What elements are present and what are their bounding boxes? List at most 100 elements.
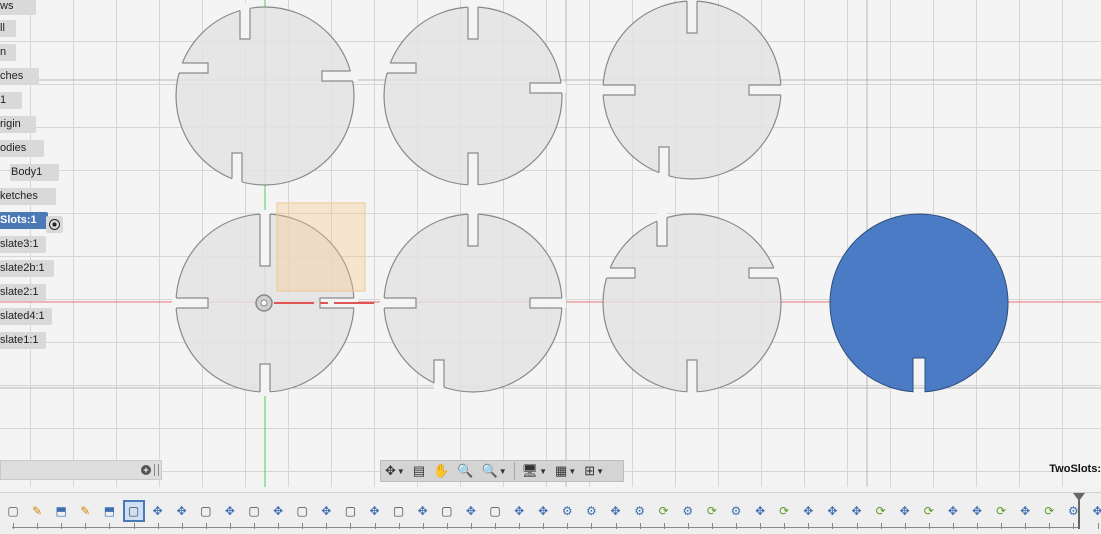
timeline-tick <box>399 523 400 529</box>
tree-node[interactable]: slated4:1 <box>0 308 52 325</box>
timeline-fillet-icon[interactable]: ⟳ <box>655 502 673 520</box>
timeline-move-icon[interactable]: ✥ <box>149 502 167 520</box>
timeline-tick <box>471 523 472 529</box>
zoom-window-icon: 🔍 <box>482 463 498 479</box>
tree-node[interactable]: slate1:1 <box>0 332 46 349</box>
timeline-fillet-icon[interactable]: ⟳ <box>992 502 1010 520</box>
timeline-move-icon[interactable]: ✥ <box>823 502 841 520</box>
selection-box <box>277 203 365 291</box>
timeline-joint-icon[interactable]: ⚙ <box>631 502 649 520</box>
tree-node[interactable]: slate2b:1 <box>0 260 54 277</box>
timeline-move-icon[interactable]: ✥ <box>1089 502 1101 520</box>
tree-node[interactable]: n <box>0 44 16 61</box>
timeline-sketch-icon[interactable]: ▢ <box>4 502 22 520</box>
timeline-move-icon[interactable]: ✥ <box>269 502 287 520</box>
tree-node[interactable]: rigin <box>0 116 36 133</box>
timeline: ▢ ✎ ⬒ ✎ ⬒ ▢ ✥ ✥ ▢ ✥ ▢ ✥ ▢ ✥ ▢ ✥ ▢ ✥ ▢ ✥ ▢ ✥ ✥ ⚙ ⚙ ✥ ⚙ ⟳ ⚙ ⟳ ⚙ ✥ ⟳ ✥ ✥ ✥ ⟳ ✥ ⟳ ✥… <box>0 492 1101 534</box>
tree-node[interactable]: ll <box>0 20 16 37</box>
timeline-move-icon[interactable]: ✥ <box>896 502 914 520</box>
timeline-body-icon[interactable]: ▢ <box>486 502 504 520</box>
timeline-move-icon[interactable]: ✥ <box>848 502 866 520</box>
timeline-fillet-icon[interactable]: ⟳ <box>920 502 938 520</box>
zoom-window-button[interactable]: 🔍▼ <box>478 461 511 481</box>
model-scene[interactable] <box>0 0 1101 487</box>
tree-node[interactable]: slate2:1 <box>0 284 46 301</box>
look-at-button[interactable]: ▤ <box>409 461 429 481</box>
timeline-body-icon[interactable]: ▢ <box>341 502 359 520</box>
timeline-move-icon[interactable]: ✥ <box>968 502 986 520</box>
tree-node[interactable]: Body1 <box>10 164 59 181</box>
orbit-button[interactable]: ✥▼ <box>381 461 409 481</box>
timeline-joint-icon[interactable]: ⚙ <box>1064 502 1082 520</box>
timeline-fillet-icon[interactable]: ⟳ <box>703 502 721 520</box>
nav-separator <box>514 462 515 480</box>
timeline-extrude-icon[interactable]: ⬒ <box>52 502 70 520</box>
comments-bar[interactable]: + <box>0 460 162 480</box>
chevron-down-icon[interactable]: ▼ <box>499 467 507 476</box>
timeline-body-icon[interactable]: ▢ <box>390 502 408 520</box>
timeline-tick <box>832 523 833 529</box>
tree-node[interactable]: slate3:1 <box>0 236 46 253</box>
timeline-move-icon[interactable]: ✥ <box>414 502 432 520</box>
document-name: TwoSlots: <box>1049 463 1101 475</box>
slot-notch <box>232 153 242 189</box>
sketch-profile <box>176 7 354 185</box>
timeline-move-icon[interactable]: ✥ <box>751 502 769 520</box>
display-settings-icon: 🖥 <box>522 463 539 479</box>
timeline-tick <box>85 523 86 529</box>
timeline-move-icon[interactable]: ✥ <box>607 502 625 520</box>
timeline-body-icon[interactable]: ▢ <box>293 502 311 520</box>
timeline-body-icon[interactable]: ▢ <box>197 502 215 520</box>
activate-radio-icon[interactable] <box>46 216 63 233</box>
slot-notch <box>599 268 635 278</box>
slot-notch <box>322 71 358 81</box>
timeline-joint-icon[interactable]: ⚙ <box>558 502 576 520</box>
solid-body[interactable] <box>830 214 1008 392</box>
timeline-fillet-icon[interactable]: ⟳ <box>1040 502 1058 520</box>
timeline-move-icon[interactable]: ✥ <box>510 502 528 520</box>
timeline-move-icon[interactable]: ✥ <box>799 502 817 520</box>
timeline-move-icon[interactable]: ✥ <box>173 502 191 520</box>
chevron-down-icon[interactable]: ▼ <box>596 467 604 476</box>
timeline-tick <box>881 523 882 529</box>
timeline-body-icon[interactable]: ▢ <box>438 502 456 520</box>
timeline-joint-icon[interactable]: ⚙ <box>582 502 600 520</box>
timeline-extrude-icon[interactable]: ⬒ <box>100 502 118 520</box>
display-settings-button[interactable]: 🖥▼ <box>518 461 551 481</box>
timeline-move-icon[interactable]: ✥ <box>317 502 335 520</box>
timeline-tick <box>977 523 978 529</box>
tree-node[interactable]: ches <box>0 68 39 85</box>
timeline-tick <box>423 523 424 529</box>
timeline-tick <box>230 523 231 529</box>
timeline-move-icon[interactable]: ✥ <box>366 502 384 520</box>
timeline-sketch-edit-icon[interactable]: ✎ <box>28 502 46 520</box>
timeline-body-icon[interactable]: ▢ <box>125 502 143 520</box>
chevron-down-icon[interactable]: ▼ <box>397 467 405 476</box>
timeline-fillet-icon[interactable]: ⟳ <box>872 502 890 520</box>
tree-node[interactable]: Slots:1 <box>0 212 48 229</box>
timeline-move-icon[interactable]: ✥ <box>534 502 552 520</box>
timeline-body-icon[interactable]: ▢ <box>245 502 263 520</box>
timeline-move-icon[interactable]: ✥ <box>462 502 480 520</box>
viewport-canvas[interactable] <box>0 0 1101 487</box>
chevron-down-icon[interactable]: ▼ <box>539 467 547 476</box>
zoom-button[interactable]: 🔍 <box>453 461 477 481</box>
pan-button[interactable]: ✋ <box>429 461 453 481</box>
tree-node[interactable]: ws <box>0 0 36 15</box>
timeline-move-icon[interactable]: ✥ <box>221 502 239 520</box>
timeline-joint-icon[interactable]: ⚙ <box>727 502 745 520</box>
timeline-fillet-icon[interactable]: ⟳ <box>775 502 793 520</box>
viewports-button[interactable]: ⊞▼ <box>580 461 608 481</box>
add-comment-icon[interactable]: + <box>141 465 151 475</box>
resize-grip-icon[interactable] <box>154 464 159 476</box>
pan-icon: ✋ <box>433 463 449 479</box>
timeline-sketch-edit-icon[interactable]: ✎ <box>76 502 94 520</box>
chevron-down-icon[interactable]: ▼ <box>568 467 576 476</box>
tree-node[interactable]: 1 <box>0 92 22 109</box>
timeline-joint-icon[interactable]: ⚙ <box>679 502 697 520</box>
timeline-move-icon[interactable]: ✥ <box>1016 502 1034 520</box>
grid-snap-button[interactable]: ▦▼ <box>551 461 580 481</box>
timeline-move-icon[interactable]: ✥ <box>944 502 962 520</box>
tree-node[interactable]: odies <box>0 140 44 157</box>
tree-node[interactable]: ketches <box>0 188 56 205</box>
